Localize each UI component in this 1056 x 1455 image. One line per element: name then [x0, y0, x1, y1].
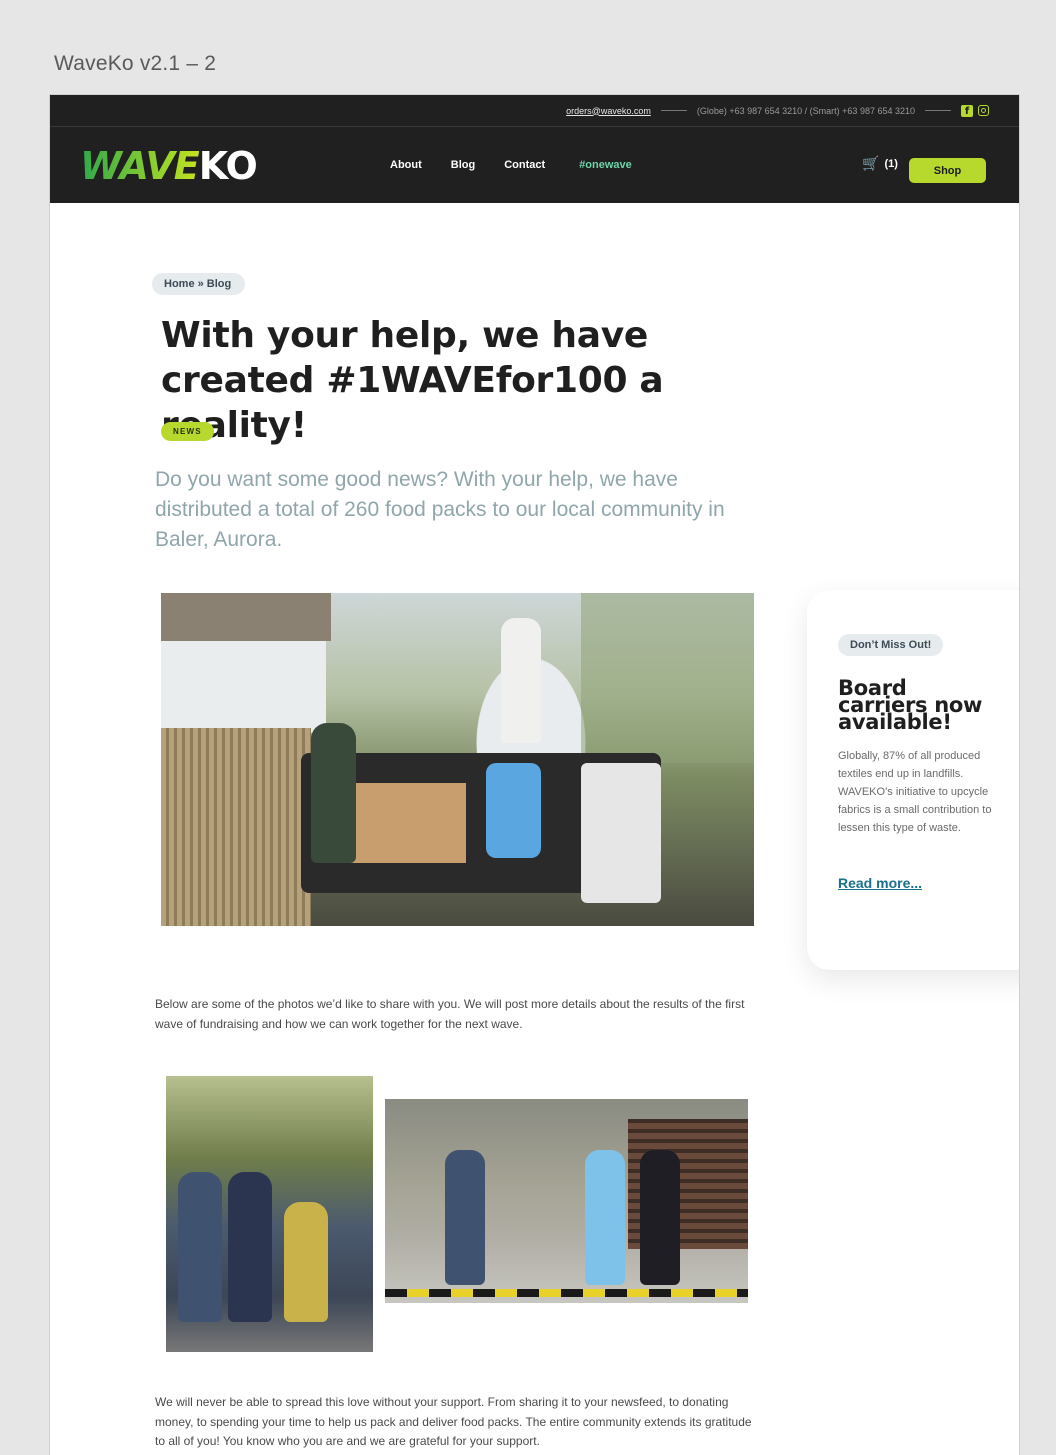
- logo-ko: KO: [198, 144, 258, 188]
- main-nav: WAVEKO About Blog Contact #onewave 🛒 (1)…: [50, 127, 1019, 203]
- page-frame: orders@waveko.com (Globe) +63 987 654 32…: [50, 95, 1019, 1455]
- cart-icon: 🛒: [862, 156, 880, 172]
- logo-wave: WAVE: [80, 144, 200, 188]
- photo-person: [640, 1150, 680, 1285]
- cart-button[interactable]: 🛒 (1): [862, 157, 898, 171]
- divider: [660, 110, 687, 111]
- promo-body: Globally, 87% of all produced textiles e…: [838, 750, 992, 834]
- nav-links: About Blog Contact #onewave: [390, 127, 632, 203]
- photo-boxes: [346, 783, 466, 863]
- donors-photo: [385, 1099, 748, 1303]
- photo-person: [284, 1202, 328, 1322]
- promo-card: Don’t Miss Out! Board carriers now avail…: [807, 590, 1019, 970]
- social-links: f: [961, 104, 989, 117]
- photo-person: [445, 1150, 485, 1285]
- category-tag[interactable]: NEWS: [161, 422, 214, 441]
- article-lead: Do you want some good news? With your he…: [155, 468, 725, 551]
- photo-truck-side: [581, 763, 661, 903]
- promo-heading: Board carriers now available!: [838, 676, 983, 734]
- photo-person: [311, 723, 356, 863]
- article-paragraph: We will never be able to spread this lov…: [155, 1395, 752, 1448]
- nav-about[interactable]: About: [390, 159, 422, 171]
- photo-fence: [161, 728, 311, 926]
- shop-button[interactable]: Shop: [909, 158, 986, 183]
- photo-person: [178, 1172, 222, 1322]
- photo-person: [228, 1172, 272, 1322]
- volunteers-photo: [166, 1076, 373, 1352]
- article-title: With your help, we have created #1WAVEfo…: [161, 315, 664, 446]
- logo[interactable]: WAVEKO: [80, 144, 258, 188]
- food-pack-delivery-photo: [161, 593, 754, 926]
- nav-blog[interactable]: Blog: [451, 159, 475, 171]
- divider: [925, 110, 951, 111]
- photo-trees: [581, 593, 754, 763]
- cart-count: (1): [884, 158, 898, 170]
- phone-numbers: (Globe) +63 987 654 3210 / (Smart) +63 9…: [696, 105, 915, 116]
- promo-pill: Don’t Miss Out!: [838, 634, 944, 656]
- photo-barrier: [385, 1289, 748, 1297]
- photo-person: [585, 1150, 625, 1285]
- photo-person: [501, 618, 541, 743]
- instagram-icon[interactable]: [978, 105, 989, 116]
- facebook-icon[interactable]: f: [961, 104, 973, 117]
- photo-roof: [161, 593, 331, 641]
- nav-onewave[interactable]: #onewave: [579, 159, 632, 171]
- photo-bag: [486, 763, 541, 858]
- read-more-link[interactable]: Read more...: [838, 875, 922, 891]
- frame-title: WaveKo v2.1 – 2: [54, 52, 217, 75]
- top-bar: orders@waveko.com (Globe) +63 987 654 32…: [50, 95, 1019, 127]
- nav-contact[interactable]: Contact: [504, 159, 545, 171]
- article-paragraph: Below are some of the photos we’d like t…: [155, 997, 745, 1031]
- breadcrumb[interactable]: Home » Blog: [152, 273, 246, 295]
- email-link[interactable]: orders@waveko.com: [566, 106, 651, 116]
